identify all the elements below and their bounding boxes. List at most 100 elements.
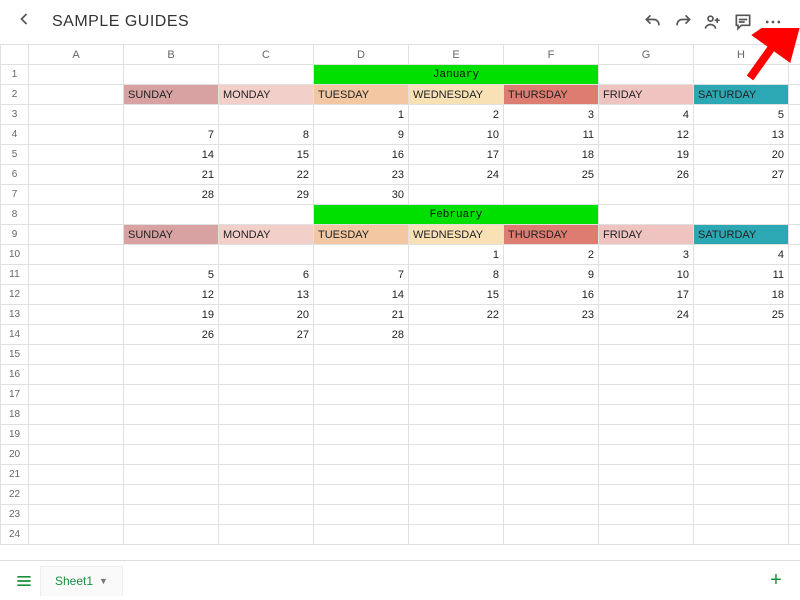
cell[interactable]: 23 — [504, 305, 599, 325]
cell[interactable] — [219, 245, 314, 265]
cell[interactable] — [789, 465, 800, 485]
column-header[interactable]: B — [124, 45, 219, 65]
cell[interactable] — [29, 85, 124, 105]
row-header[interactable]: 23 — [1, 505, 29, 525]
cell[interactable] — [29, 285, 124, 305]
row-header[interactable]: 13 — [1, 305, 29, 325]
cell[interactable]: 20 — [219, 305, 314, 325]
cell[interactable] — [789, 165, 800, 185]
cell[interactable] — [29, 185, 124, 205]
cell[interactable] — [504, 505, 599, 525]
cell[interactable] — [314, 345, 409, 365]
row-header[interactable]: 10 — [1, 245, 29, 265]
cell[interactable]: 10 — [409, 125, 504, 145]
row-header[interactable]: 21 — [1, 465, 29, 485]
share-button[interactable] — [698, 7, 728, 37]
cell[interactable] — [219, 405, 314, 425]
cell[interactable] — [124, 485, 219, 505]
cell[interactable]: 24 — [599, 305, 694, 325]
column-header[interactable]: G — [599, 45, 694, 65]
cell[interactable]: 18 — [694, 285, 789, 305]
cell[interactable] — [694, 525, 789, 545]
cell[interactable] — [29, 525, 124, 545]
cell[interactable]: 7 — [314, 265, 409, 285]
cell[interactable]: 18 — [504, 145, 599, 165]
column-header[interactable]: I — [789, 45, 800, 65]
cell[interactable] — [314, 405, 409, 425]
cell[interactable] — [29, 105, 124, 125]
cell[interactable] — [504, 485, 599, 505]
cell[interactable]: 8 — [409, 265, 504, 285]
cell[interactable] — [504, 325, 599, 345]
cell[interactable]: February — [314, 205, 599, 225]
cell[interactable] — [789, 325, 800, 345]
row-header[interactable]: 22 — [1, 485, 29, 505]
cell[interactable] — [789, 225, 800, 245]
cell[interactable]: TUESDAY — [314, 225, 409, 245]
cell[interactable]: 19 — [124, 305, 219, 325]
cell[interactable]: 23 — [314, 165, 409, 185]
cell[interactable] — [409, 185, 504, 205]
row-header[interactable]: 17 — [1, 385, 29, 405]
cell[interactable] — [219, 505, 314, 525]
cell[interactable] — [409, 365, 504, 385]
cell[interactable] — [789, 145, 800, 165]
cell[interactable] — [219, 65, 314, 85]
cell[interactable]: 3 — [599, 245, 694, 265]
cell[interactable] — [124, 425, 219, 445]
cell[interactable]: 6 — [219, 265, 314, 285]
cell[interactable] — [124, 65, 219, 85]
cell[interactable] — [29, 425, 124, 445]
cell[interactable] — [219, 445, 314, 465]
cell[interactable] — [694, 205, 789, 225]
cell[interactable] — [504, 345, 599, 365]
cell[interactable] — [504, 445, 599, 465]
cell[interactable] — [124, 385, 219, 405]
column-header[interactable]: D — [314, 45, 409, 65]
cell[interactable] — [694, 465, 789, 485]
cell[interactable]: 20 — [694, 145, 789, 165]
cell[interactable]: 2 — [409, 105, 504, 125]
column-header[interactable]: C — [219, 45, 314, 65]
cell[interactable] — [409, 525, 504, 545]
cell[interactable] — [219, 525, 314, 545]
cell[interactable]: SATURDAY — [694, 85, 789, 105]
row-header[interactable]: 6 — [1, 165, 29, 185]
cell[interactable] — [29, 345, 124, 365]
cell[interactable]: 11 — [694, 265, 789, 285]
cell[interactable]: 9 — [314, 125, 409, 145]
cell[interactable] — [504, 365, 599, 385]
cell[interactable] — [29, 405, 124, 425]
cell[interactable] — [789, 185, 800, 205]
row-header[interactable]: 16 — [1, 365, 29, 385]
cell[interactable] — [789, 265, 800, 285]
cell[interactable]: 29 — [219, 185, 314, 205]
cell[interactable]: 21 — [314, 305, 409, 325]
cell[interactable]: January — [314, 65, 599, 85]
cell[interactable] — [124, 205, 219, 225]
cell[interactable]: 22 — [219, 165, 314, 185]
cell[interactable] — [29, 145, 124, 165]
more-button[interactable] — [758, 7, 788, 37]
cell[interactable]: SUNDAY — [124, 225, 219, 245]
cell[interactable]: 5 — [694, 105, 789, 125]
cell[interactable] — [29, 305, 124, 325]
cell[interactable] — [124, 405, 219, 425]
cell[interactable] — [29, 365, 124, 385]
cell[interactable] — [504, 465, 599, 485]
row-header[interactable]: 12 — [1, 285, 29, 305]
cell[interactable]: 28 — [314, 325, 409, 345]
cell[interactable] — [789, 425, 800, 445]
cell[interactable] — [124, 105, 219, 125]
cell[interactable]: 7 — [124, 125, 219, 145]
column-header[interactable]: A — [29, 45, 124, 65]
all-sheets-button[interactable] — [8, 565, 40, 597]
column-header[interactable]: H — [694, 45, 789, 65]
cell[interactable]: 14 — [124, 145, 219, 165]
row-header[interactable]: 2 — [1, 85, 29, 105]
cell[interactable] — [789, 405, 800, 425]
row-header[interactable]: 7 — [1, 185, 29, 205]
cell[interactable] — [694, 385, 789, 405]
cell[interactable] — [789, 385, 800, 405]
cell[interactable]: 9 — [504, 265, 599, 285]
